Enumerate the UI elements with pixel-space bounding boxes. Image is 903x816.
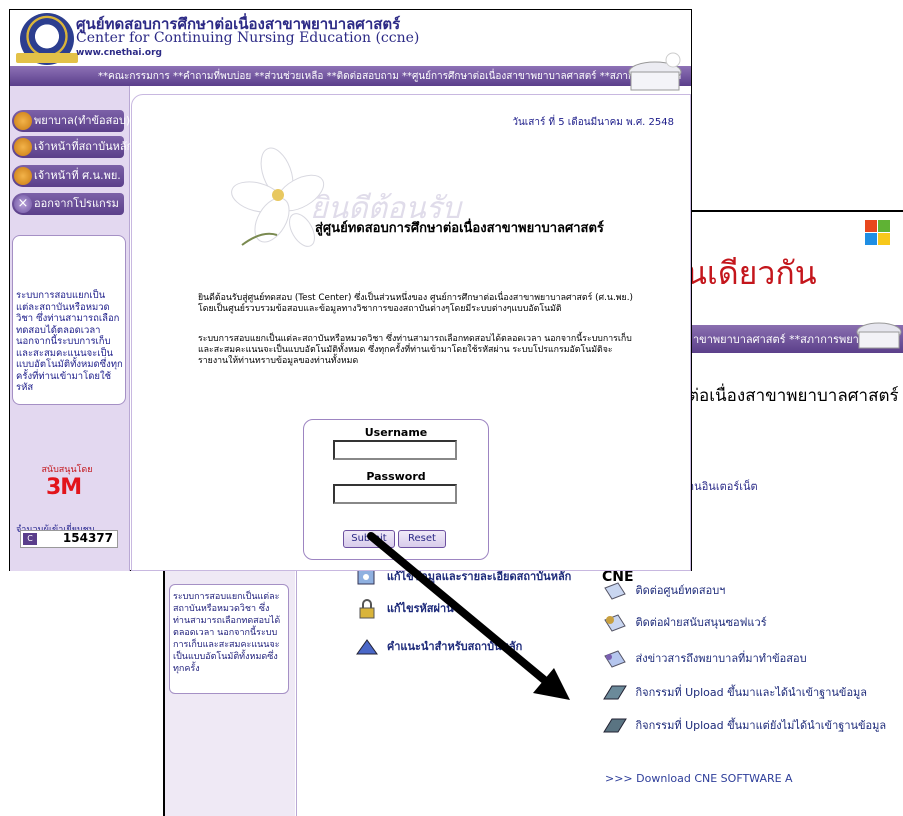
sidebar-info-box: ระบบการสอบแยกเป็นแต่ละสถาบันหรือหมวดวิชา… [12,235,126,405]
cne-uploaded-not-imported[interactable]: กิจกรรมที่ Upload ขึ้นมาแต่ยังไม่ได้นำเข… [602,715,886,737]
folder-pending-icon [603,718,627,733]
welcome-title: สู่ศูนย์ทดสอบการศึกษาต่อเนื่องสาขาพยาบาล… [315,221,604,236]
cne-staff-button[interactable]: เจ้าหน้าที่ ศ.น.พย. [12,165,124,187]
cne-contact-test-center-label: ติดต่อศูนย์ทดสอบฯ [635,584,726,597]
menu-institution-guide[interactable]: คำแนะนำสำหรับสถาบันหลัก [355,636,522,658]
lock-icon [359,599,375,619]
lock-icon [14,138,32,156]
menu-edit-institution-label: แก้ไขข้อมูลและรายละเอียดสถาบันหลัก [386,570,572,583]
back-info-box: ระบบการสอบแยกเป็นแต่ละสถาบันหรือหมวดวิชา… [169,584,289,694]
back-nav-links[interactable]: าขาพยาบาลศาสตร์ **สภาการพยาบาล [693,330,879,348]
cne-send-news[interactable]: ส่งข่าวสารถึงพยาบาลที่มาทำข้อสอบ [602,648,807,670]
username-label: Username [364,426,428,439]
cne-contact-software-support-label: ติดต่อฝ่ายสนับสนุนซอฟแวร์ [635,616,767,629]
internet-link[interactable]: านอินเตอร์เน็ต [688,477,758,495]
lock-icon [14,112,32,130]
cne-send-news-label: ส่งข่าวสารถึงพยาบาลที่มาทำข้อสอบ [635,652,807,665]
visitor-count-value: 154377 [62,531,113,545]
cne-uploaded-imported-label: กิจกรรมที่ Upload ขึ้นมาและได้นำเข้าฐานข… [635,686,868,699]
bathtub-icon [856,322,902,349]
sidebar-divider [129,86,130,571]
cne-contact-software-support[interactable]: ติดต่อฝ่ายสนับสนุนซอฟแวร์ [602,612,767,634]
envelope-icon [604,582,626,600]
envelope-stamp-icon [604,614,626,632]
cne-uploaded-not-imported-label: กิจกรรมที่ Upload ขึ้นมาแต่ยังไม่ได้นำเข… [635,719,887,732]
username-input[interactable] [333,440,457,460]
back-page-heading: ต่อเนื่องสาขาพยาบาลศาสตร์ [688,386,899,406]
exit-program-button[interactable]: × ออกจากโปรแกรม [12,193,124,215]
nurse-exam-button[interactable]: พยาบาล(ทำข้อสอบ) [12,110,130,132]
cne-contact-test-center[interactable]: ติดต่อศูนย์ทดสอบฯ [602,580,725,602]
logo-ribbon [16,53,78,63]
menu-change-password[interactable]: แก้ไขรหัสผ่าน [355,598,454,620]
welcome-paragraph-1: ยินดีต้อนรับสู่ศูนย์ทดสอบ (Test Center) … [198,293,633,314]
submit-button[interactable]: Submit [343,530,395,548]
site-header: ศูนย์ทดสอบการศึกษาต่อเนื่องสาขาพยาบาลศาส… [10,10,691,67]
reset-button[interactable]: Reset [398,530,446,548]
cne-staff-label: เจ้าหน้าที่ ศ.น.พย. [34,169,121,182]
exit-program-label: ออกจากโปรแกรม [34,197,119,210]
welcome-paragraph-2: ระบบการสอบแยกเป็นแต่ละสถาบันหรือหมวดวิชา… [198,334,632,366]
site-url[interactable]: www.cnethai.org [76,48,162,58]
current-date: วันเสาร์ ที่ 5 เดือนมีนาคม พ.ศ. 2548 [512,117,674,128]
sponsor-label: สนับสนุนโดย [41,465,93,475]
mail-send-icon [604,650,626,668]
back-window-title: นเดียวกัน [685,254,817,292]
password-label: Password [366,470,426,483]
cne-uploaded-imported[interactable]: กิจกรรมที่ Upload ขึ้นมาและได้นำเข้าฐานข… [602,682,867,704]
password-input[interactable] [333,484,457,504]
windows-flag-icon [865,220,891,246]
site-title-english: Center for Continuing Nursing Education … [76,30,420,46]
top-nav-links[interactable]: **คณะกรรมการ **คำถามที่พบบ่อย **ส่วนช่วย… [98,69,681,84]
lock-icon [14,167,32,185]
login-form: Username Password Submit Reset [303,419,489,560]
guide-book-icon [356,639,378,655]
institution-staff-button[interactable]: เจ้าหน้าที่สถาบันหลัก [12,136,133,158]
menu-change-password-label: แก้ไขรหัสผ่าน [386,602,454,615]
folder-icon [603,685,627,700]
visitor-counter: C 154377 [20,530,118,548]
menu-institution-guide-label: คำแนะนำสำหรับสถาบันหลัก [386,640,523,653]
institution-staff-label: เจ้าหน้าที่สถาบันหลัก [34,140,134,153]
nurse-exam-label: พยาบาล(ทำข้อสอบ) [34,114,131,127]
download-cne-software-link[interactable]: >>> Download CNE SOFTWARE A [605,772,793,785]
close-icon: × [14,195,32,213]
counter-icon: C [23,533,37,545]
3m-logo: 3M [46,475,82,500]
